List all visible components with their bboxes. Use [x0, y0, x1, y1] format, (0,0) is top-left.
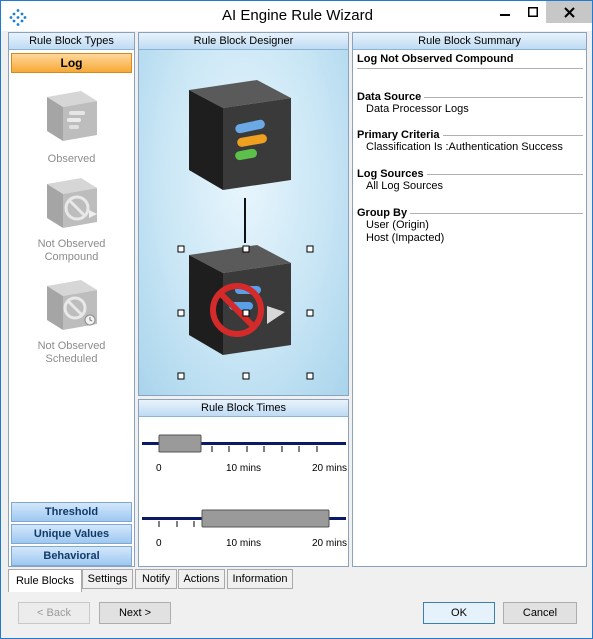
slider-2-tick-0: 0 [156, 538, 162, 549]
summary-primary-criteria: Primary Criteria Classification Is :Auth… [357, 129, 583, 154]
category-behavioral-button[interactable]: Behavioral [11, 546, 132, 566]
block-not-observed-scheduled-label-1: Not Observed [37, 340, 106, 352]
not-observed-compound-cube-icon [46, 178, 97, 228]
designer-canvas [177, 80, 314, 380]
slider-2-tick-10: 10 mins [226, 538, 262, 549]
block-not-observed-compound-label-2: Compound [44, 251, 99, 263]
summary-divider [357, 68, 583, 69]
ok-button[interactable]: OK [423, 602, 495, 624]
block-not-observed-compound-label-1: Not Observed [37, 238, 106, 250]
cancel-button[interactable]: Cancel [503, 602, 577, 624]
not-observed-scheduled-cube-icon [46, 280, 97, 330]
block-observed-label-1: Observed [47, 153, 96, 165]
data-source-value: Data Processor Logs [366, 103, 469, 115]
rule-block-summary-header: Rule Block Summary [353, 33, 586, 50]
close-button[interactable] [546, 1, 592, 23]
group-by-value-1: User (Origin) [366, 219, 429, 231]
log-sources-heading: Log Sources [357, 168, 424, 180]
title-bar: AI Engine Rule Wizard [1, 1, 592, 31]
maximize-icon [528, 7, 538, 17]
next-button[interactable]: Next > [99, 602, 171, 624]
group-by-value-2: Host (Impacted) [366, 232, 445, 244]
designer-observed-cube[interactable] [189, 80, 291, 190]
maximize-button[interactable] [518, 1, 548, 23]
category-log-button[interactable]: Log [11, 53, 132, 73]
slider-2-tick-20: 20 mins [312, 538, 348, 549]
time-slider-2-range [201, 509, 330, 528]
rule-block-designer-header: Rule Block Designer [139, 33, 348, 50]
minimize-icon [500, 14, 510, 16]
log-sources-value: All Log Sources [366, 180, 444, 192]
block-not-observed-scheduled[interactable]: Not Observed Scheduled [9, 272, 134, 366]
close-icon [563, 6, 575, 18]
summary-data-source: Data Source Data Processor Logs [357, 91, 583, 116]
group-by-heading: Group By [357, 207, 408, 219]
tab-settings[interactable]: Settings [82, 569, 133, 589]
category-unique-values-button[interactable]: Unique Values [11, 524, 132, 544]
block-observed[interactable]: Observed [9, 83, 134, 166]
category-threshold-button[interactable]: Threshold [11, 502, 132, 522]
tab-notify[interactable]: Notify [135, 569, 177, 589]
observed-cube-icon [46, 91, 97, 141]
summary-log-sources: Log Sources All Log Sources [357, 168, 583, 193]
block-not-observed-compound[interactable]: Not Observed Compound [9, 170, 134, 264]
primary-criteria-heading: Primary Criteria [357, 129, 440, 141]
data-source-heading: Data Source [357, 91, 422, 103]
slider-1-tick-10: 10 mins [226, 463, 262, 474]
summary-title: Log Not Observed Compound [357, 53, 514, 65]
rule-block-types-panel: Rule Block Types Log Observed Not Observ… [8, 32, 135, 567]
primary-criteria-value: Classification Is :Authentication Succes… [366, 141, 563, 153]
designer-not-observed-cube[interactable] [189, 245, 291, 355]
rule-block-times-header: Rule Block Times [139, 400, 348, 417]
tab-information[interactable]: Information [227, 569, 293, 589]
rule-block-times-panel: Rule Block Times 0 10 mins 20 mins 0 10 … [138, 399, 349, 567]
tab-actions[interactable]: Actions [178, 569, 225, 589]
minimize-button[interactable] [490, 1, 520, 23]
slider-1-tick-20: 20 mins [312, 463, 348, 474]
slider-1-tick-0: 0 [156, 463, 162, 474]
back-button[interactable]: < Back [18, 602, 90, 624]
block-not-observed-scheduled-label-2: Scheduled [45, 353, 98, 365]
tab-rule-blocks[interactable]: Rule Blocks [8, 569, 82, 592]
rule-block-designer-panel: Rule Block Designer [138, 32, 349, 396]
rule-block-summary-panel: Rule Block Summary Log Not Observed Comp… [352, 32, 587, 567]
wizard-window: AI Engine Rule Wizard Rule Block Types L… [0, 0, 593, 639]
rule-block-types-header: Rule Block Types [9, 33, 134, 50]
summary-group-by: Group By User (Origin) Host (Impacted) [357, 207, 583, 245]
time-slider-1-thumb [158, 434, 202, 453]
